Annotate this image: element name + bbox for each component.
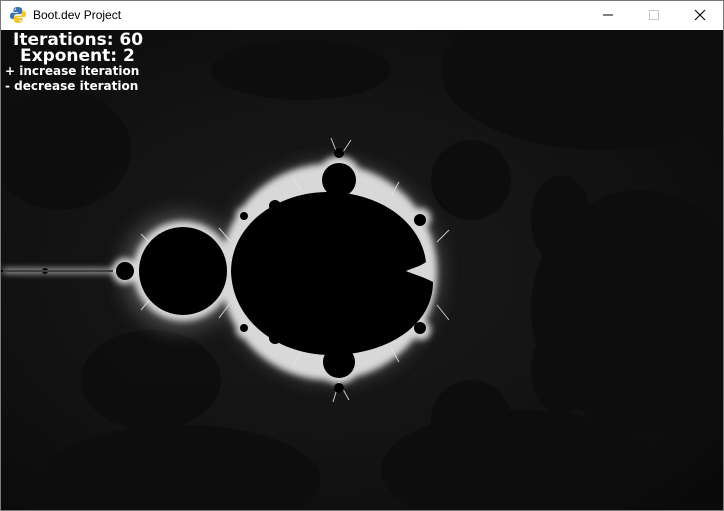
increase-iteration-hint: + increase iteration [5, 64, 140, 78]
application-window: Boot.dev Project Iterations: 60 Exponent… [0, 0, 724, 511]
minimize-button[interactable] [585, 1, 631, 30]
minimize-icon [602, 6, 614, 25]
exponent-label: Exponent: 2 [20, 46, 135, 66]
close-icon [694, 6, 706, 25]
close-button[interactable] [677, 1, 723, 30]
maximize-button[interactable] [631, 1, 677, 30]
render-canvas[interactable]: Iterations: 60 Exponent: 2 + increase it… [1, 30, 723, 510]
decrease-iteration-hint: - decrease iteration [5, 79, 139, 93]
mandelbrot-render [1, 30, 723, 510]
window-title: Boot.dev Project [33, 8, 122, 22]
maximize-icon [648, 6, 660, 25]
title-bar[interactable]: Boot.dev Project [1, 1, 723, 30]
python-icon [9, 6, 27, 24]
